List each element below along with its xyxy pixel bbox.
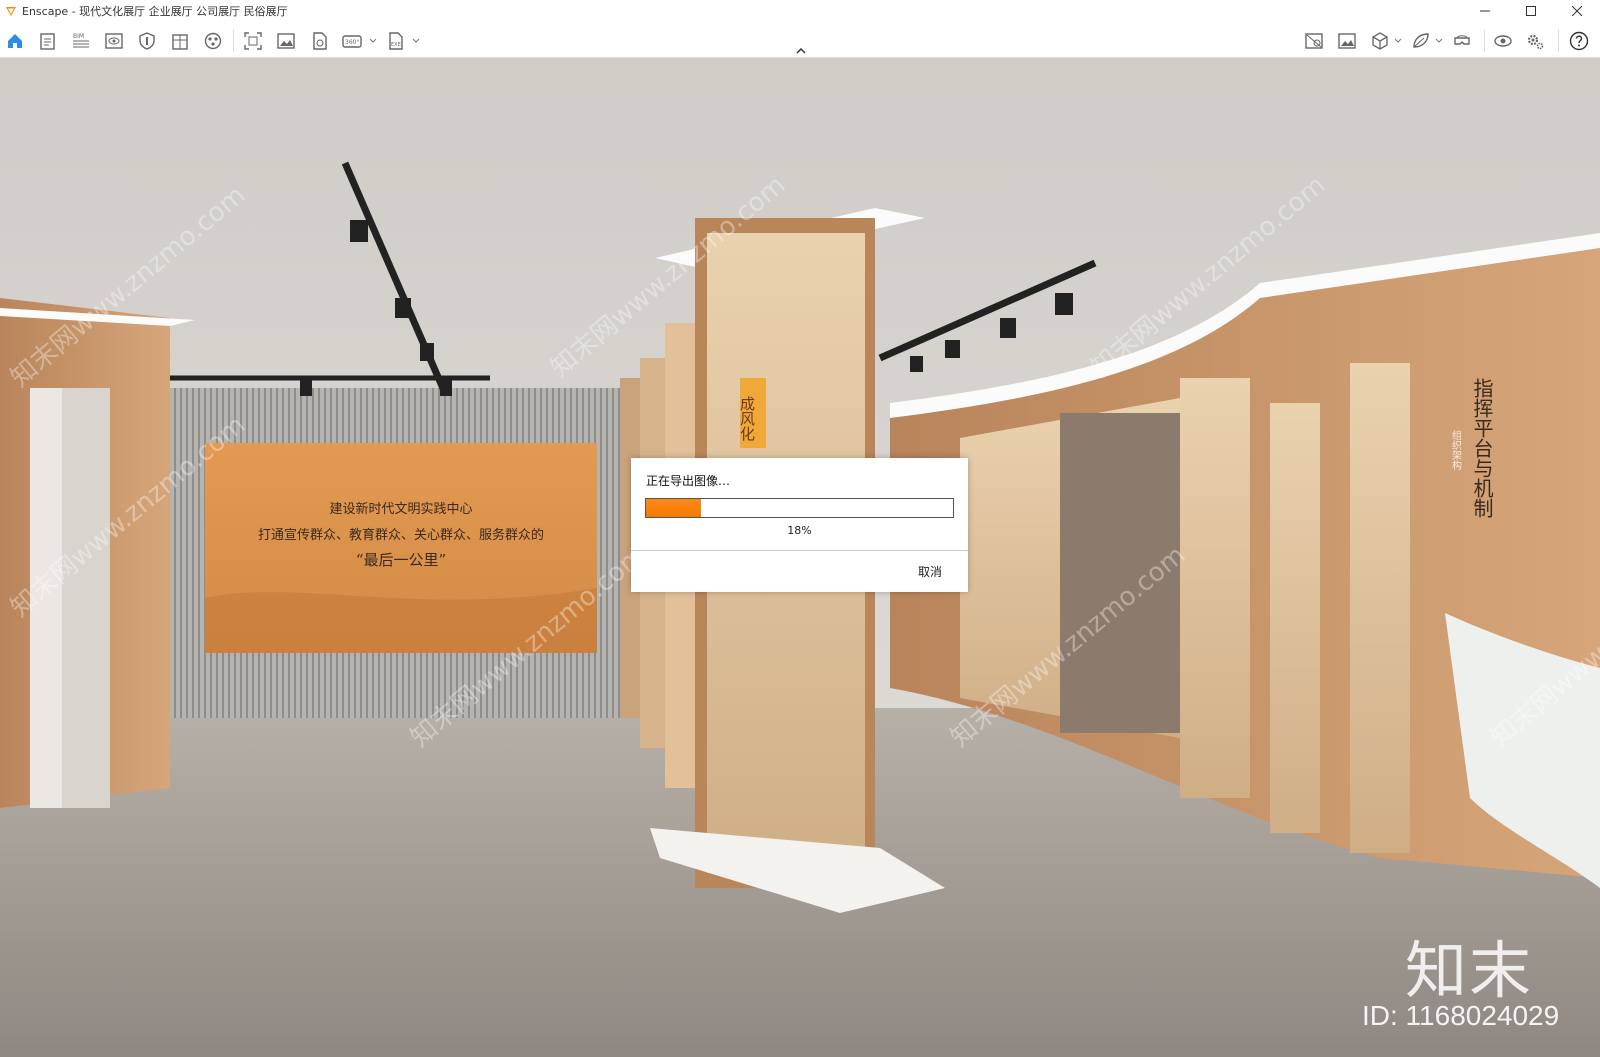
chevron-down-icon[interactable]	[1394, 37, 1402, 45]
chevron-down-icon[interactable]	[369, 37, 377, 45]
maximize-icon	[1526, 6, 1536, 16]
screenshot-icon[interactable]	[243, 31, 263, 51]
minimize-icon	[1480, 10, 1490, 12]
dialog-divider	[631, 550, 968, 551]
cancel-button[interactable]: 取消	[918, 563, 942, 580]
title-bar: Enscape - 现代文化展厅 企业展厅 公司展厅 民俗展厅	[0, 0, 1600, 22]
progress-fill	[646, 499, 702, 517]
dialog-title: 正在导出图像…	[646, 474, 731, 488]
building-icon[interactable]	[170, 31, 190, 51]
sign-line-3: “最后一公里”	[356, 551, 446, 569]
visual-settings-icon[interactable]	[1493, 31, 1513, 51]
progress-bar	[645, 498, 954, 518]
render-image-icon[interactable]	[276, 31, 296, 51]
svg-text:EXE: EXE	[391, 42, 401, 48]
close-button[interactable]	[1554, 0, 1600, 22]
material-sphere-icon[interactable]	[203, 31, 223, 51]
help-icon[interactable]	[1569, 31, 1589, 51]
progress-percent: 18%	[787, 524, 812, 537]
chevron-down-icon[interactable]	[1435, 37, 1443, 45]
minimize-button[interactable]	[1462, 0, 1508, 22]
enscape-logo-icon	[6, 7, 16, 16]
material-editor-icon[interactable]	[1411, 31, 1431, 51]
visibility-icon[interactable]	[104, 31, 124, 51]
sign-line-2: 打通宣传群众、教育群众、关心群众、服务群众的	[258, 527, 544, 543]
export-progress-dialog: 正在导出图像… 18% 取消	[631, 458, 968, 592]
main-toolbar: BIM 360° EXE	[0, 22, 1600, 58]
panorama-360-icon[interactable]: 360°	[342, 31, 362, 51]
settings-shield-icon[interactable]	[137, 31, 157, 51]
asset-library-icon[interactable]	[1370, 31, 1390, 51]
image-gallery-icon[interactable]	[1337, 31, 1357, 51]
gear-settings-icon[interactable]	[1525, 31, 1545, 51]
chevron-down-icon[interactable]	[412, 37, 420, 45]
collapse-toolbar-icon[interactable]	[795, 47, 807, 55]
view-management-icon[interactable]	[1304, 31, 1324, 51]
watermark-brand: 知末	[1405, 934, 1534, 1007]
project-info-icon[interactable]	[38, 31, 58, 51]
bim-icon[interactable]: BIM	[71, 31, 91, 51]
export-exe-icon[interactable]: EXE	[386, 31, 406, 51]
sign-line-1: 建设新时代文明实践中心	[329, 501, 472, 517]
maximize-button[interactable]	[1508, 0, 1554, 22]
wall-plaque: 组织架构	[1450, 429, 1462, 471]
batch-render-icon[interactable]	[309, 31, 329, 51]
svg-text:360°: 360°	[345, 39, 359, 46]
home-icon[interactable]	[5, 31, 25, 51]
window-title: Enscape - 现代文化展厅 企业展厅 公司展厅 民俗展厅	[22, 5, 288, 18]
svg-text:BIM: BIM	[73, 33, 84, 40]
close-icon	[1572, 6, 1582, 16]
pillar-plaque: 成风化	[738, 396, 756, 441]
vr-headset-icon[interactable]	[1452, 31, 1472, 51]
watermark-id: ID: 1168024029	[1362, 1000, 1560, 1031]
wall-heading: 指挥平台与机制	[1470, 378, 1494, 518]
